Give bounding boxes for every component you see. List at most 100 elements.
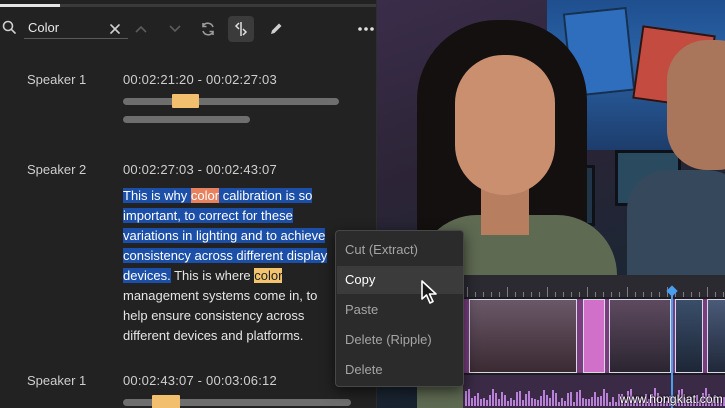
audio-waveform-bar: [534, 398, 536, 406]
ruler-tick: [635, 292, 636, 297]
audio-waveform-bar: [555, 393, 557, 406]
context-menu-item[interactable]: Copy: [337, 266, 463, 294]
refresh-button[interactable]: [195, 16, 221, 42]
search-match-selected[interactable]: color: [190, 188, 220, 203]
speaker-label[interactable]: Speaker 1: [27, 72, 86, 87]
speaker-label[interactable]: Speaker 1: [27, 373, 86, 388]
selected-text[interactable]: This is why: [123, 188, 191, 203]
ruler-tick: [491, 292, 492, 297]
audio-waveform-bar: [471, 397, 473, 406]
timecode: 00:02:21:20 - 00:02:27:03: [123, 72, 277, 87]
ruler-tick: [579, 292, 580, 297]
transcript-progress-bar: [0, 4, 376, 7]
ruler-tick: [499, 292, 500, 297]
video-clip[interactable]: [675, 299, 703, 373]
ruler-tick: [659, 292, 660, 297]
context-menu-item[interactable]: Delete: [337, 356, 463, 384]
audio-waveform-bar: [612, 397, 614, 406]
selected-text[interactable]: important, to correct for these: [123, 208, 293, 223]
sequence-timeline[interactable]: [463, 275, 725, 408]
audio-waveform-bar: [477, 392, 479, 406]
playhead[interactable]: [671, 293, 673, 408]
video-clip[interactable]: [707, 299, 725, 373]
ruler-tick: [691, 292, 692, 297]
ruler-tick: [627, 287, 628, 297]
ruler-tick: [515, 292, 516, 297]
audio-waveform-bar: [606, 392, 608, 406]
next-result-button[interactable]: [162, 16, 188, 42]
timeline-ruler[interactable]: [463, 275, 725, 297]
ruler-tick: [507, 287, 508, 297]
audio-waveform-bar: [486, 399, 488, 406]
transcript-toolbar: [0, 12, 376, 44]
transcript-text[interactable]: different devices and platforms.: [123, 328, 303, 343]
search-match-marker: [152, 395, 180, 408]
mouse-cursor-icon: [421, 280, 437, 304]
audio-waveform-bar: [480, 399, 482, 406]
ruler-tick: [531, 292, 532, 297]
collapsed-text-bar: [123, 116, 250, 123]
selected-text[interactable]: variations in lighting and to achieve: [123, 228, 326, 243]
audio-waveform-bar: [504, 394, 506, 406]
audio-waveform-bar: [579, 390, 581, 406]
ruler-tick: [563, 292, 564, 297]
search-match-marker: [172, 94, 199, 108]
selected-text[interactable]: devices.: [123, 268, 171, 283]
transcript-block[interactable]: Speaker 1 00:02:21:20 - 00:02:27:03: [0, 72, 376, 132]
refresh-icon: [202, 22, 214, 36]
context-menu-item[interactable]: Delete (Ripple): [337, 326, 463, 354]
speaker-label[interactable]: Speaker 2: [27, 162, 86, 177]
timecode: 00:02:27:03 - 00:02:43:07: [123, 162, 277, 177]
transcript-panel: Speaker 1 00:02:21:20 - 00:02:27:03 Spea…: [0, 0, 377, 408]
ruler-tick: [723, 292, 724, 297]
ruler-tick: [651, 292, 652, 297]
transcript-text[interactable]: help ensure consistency across: [123, 308, 304, 323]
selected-text[interactable]: consistency across different display: [123, 248, 328, 263]
chevron-up-icon: [135, 25, 147, 33]
edit-button[interactable]: [263, 16, 289, 42]
audio-waveform-bar: [498, 399, 500, 406]
context-menu-item[interactable]: Paste: [337, 296, 463, 324]
audio-waveform-bar: [513, 400, 515, 406]
audio-waveform-bar: [552, 390, 554, 406]
search-icon[interactable]: [2, 20, 18, 36]
audio-waveform-bar: [507, 401, 509, 406]
audio-waveform-bar: [501, 391, 503, 406]
transcript-progress-fill: [0, 4, 61, 7]
transcript-text[interactable]: This is where: [171, 268, 255, 283]
audio-waveform-bar: [573, 401, 575, 406]
split-clip-icon: [234, 22, 248, 36]
context-menu-item[interactable]: Cut (Extract): [337, 236, 463, 264]
search-match[interactable]: color: [254, 268, 283, 283]
transcript-block[interactable]: Speaker 1 00:02:43:07 - 00:03:06:12: [0, 373, 376, 408]
video-clip[interactable]: [469, 299, 577, 373]
video-track[interactable]: [463, 299, 725, 373]
ruler-tick: [523, 292, 524, 297]
split-clip-button[interactable]: [228, 16, 254, 42]
ruler-tick: [699, 292, 700, 297]
audio-waveform-bar: [540, 395, 542, 406]
audio-waveform-bar: [591, 396, 593, 406]
video-clip[interactable]: [583, 299, 605, 373]
chevron-down-icon: [169, 25, 181, 33]
more-options-button[interactable]: [353, 16, 376, 42]
audio-waveform-bar: [594, 392, 596, 406]
ruler-tick: [587, 287, 588, 297]
ruler-tick: [539, 292, 540, 297]
audio-waveform-bar: [519, 390, 521, 406]
audio-waveform-bar: [597, 397, 599, 406]
clear-search-button[interactable]: [102, 16, 128, 42]
audio-waveform-bar: [558, 401, 560, 406]
previous-result-button[interactable]: [128, 16, 154, 42]
video-clip[interactable]: [609, 299, 671, 373]
audio-waveform-bar: [492, 389, 494, 406]
audio-waveform-bar: [543, 390, 545, 406]
pencil-icon: [271, 23, 282, 34]
transcript-block[interactable]: Speaker 2 00:02:27:03 - 00:02:43:07 This…: [0, 162, 376, 343]
transcript-text[interactable]: management systems come in, to: [123, 288, 317, 303]
transcript-paragraph[interactable]: This is why color calibration is so impo…: [123, 186, 348, 346]
selected-text[interactable]: calibration is so: [219, 188, 313, 203]
audio-waveform-bar: [588, 399, 590, 406]
audio-waveform-bar: [576, 391, 578, 406]
audio-waveform-bar: [528, 391, 530, 406]
